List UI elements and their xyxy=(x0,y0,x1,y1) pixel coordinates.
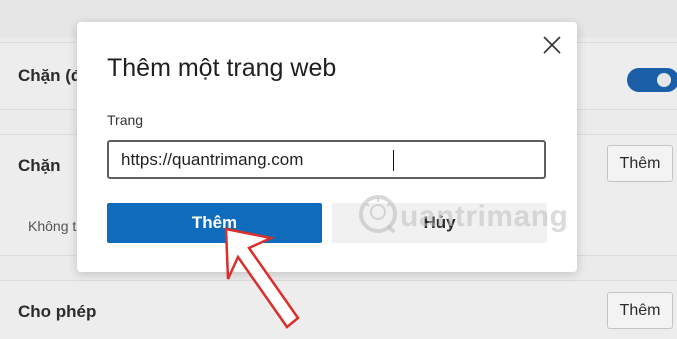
url-input[interactable] xyxy=(107,140,546,179)
url-field-label: Trang xyxy=(107,112,144,128)
block-add-button[interactable]: Thêm xyxy=(607,145,673,182)
block-toggle[interactable] xyxy=(627,68,677,92)
dialog-title: Thêm một trang web xyxy=(107,54,337,82)
allow-card: Cho phép xyxy=(0,280,677,339)
allow-add-button[interactable]: Thêm xyxy=(607,292,673,329)
add-button[interactable]: Thêm xyxy=(107,203,322,243)
block-list-label: Chặn xyxy=(18,156,61,175)
block-list-empty-text: Không t xyxy=(28,218,77,234)
close-icon xyxy=(543,36,561,54)
cancel-button[interactable]: Hủy xyxy=(332,203,547,243)
close-button[interactable] xyxy=(541,34,563,56)
block-row-label: Chặn (đ xyxy=(18,66,82,85)
add-site-dialog: Thêm một trang web Trang Thêm Hủy xyxy=(77,22,577,272)
allow-row-label: Cho phép xyxy=(18,302,97,321)
text-caret xyxy=(393,150,394,171)
